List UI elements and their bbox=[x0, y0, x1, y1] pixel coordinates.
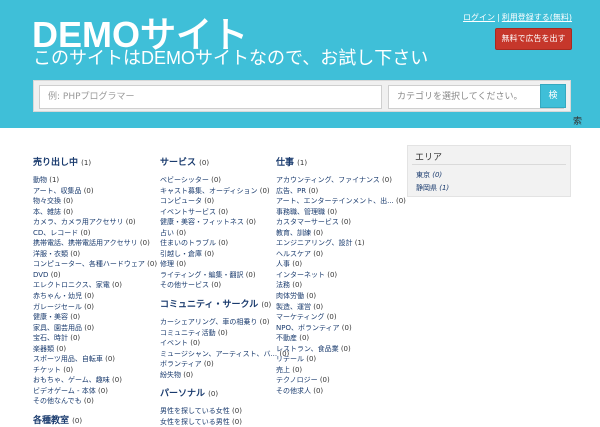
category-link[interactable]: 修理 (0) bbox=[160, 259, 289, 270]
category-link[interactable]: インターネット (0) bbox=[276, 270, 406, 281]
category-link[interactable]: その他求人 (0) bbox=[276, 386, 406, 397]
category-link[interactable]: 製造、運営 (0) bbox=[276, 302, 406, 313]
category-heading[interactable]: 売り出し中 (1) bbox=[33, 157, 157, 169]
category-link[interactable]: ベビーシッター (0) bbox=[160, 175, 289, 186]
category-link[interactable]: 占い (0) bbox=[160, 228, 289, 239]
search-input[interactable] bbox=[39, 85, 382, 109]
category-select-label: カテゴリを選択してください。 bbox=[397, 92, 523, 102]
category-link[interactable]: 家具、園芸用品 (0) bbox=[33, 323, 157, 334]
category-link[interactable]: 健康・美容 (0) bbox=[33, 312, 157, 323]
category-link[interactable]: 洋服・衣類 (0) bbox=[33, 249, 157, 260]
category-link[interactable]: CD、レコード (0) bbox=[33, 228, 157, 239]
category-link[interactable]: 引越し・倉庫 (0) bbox=[160, 249, 289, 260]
account-links: ログイン | 利用登録する(無料) bbox=[463, 12, 572, 23]
category-link[interactable]: 本、雑誌 (0) bbox=[33, 207, 157, 218]
category-link[interactable]: アート、エンターテインメント、出... (0) bbox=[276, 196, 406, 207]
area-item-shizuoka[interactable]: 静岡県 (1) bbox=[416, 183, 449, 193]
post-ad-button[interactable]: 無料で広告を出す bbox=[495, 28, 572, 50]
category-link[interactable]: 人事 (0) bbox=[276, 259, 406, 270]
category-link[interactable]: スポーツ用品、自転車 (0) bbox=[33, 354, 157, 365]
category-link[interactable]: その他なんでも (0) bbox=[33, 396, 157, 407]
category-link[interactable]: カーシェアリング、車の相乗り (0) bbox=[160, 317, 289, 328]
category-link[interactable]: ミュージシャン、アーティスト、バ... (0) bbox=[160, 349, 289, 360]
category-column-1: 売り出し中 (1) 動物 (1) アート、収集品 (0) 物々交換 (0) 本、… bbox=[33, 157, 157, 427]
category-heading[interactable]: サービス (0) bbox=[160, 157, 289, 169]
category-link[interactable]: レストラン、食品業 (0) bbox=[276, 344, 406, 355]
category-link[interactable]: キャスト募集、オーディション (0) bbox=[160, 186, 289, 197]
category-heading[interactable]: コミュニティ・サークル (0) bbox=[160, 299, 289, 311]
category-select[interactable]: カテゴリを選択してください。 bbox=[388, 85, 564, 109]
category-link[interactable]: 女性を探している男性 (0) bbox=[160, 417, 289, 427]
search-button[interactable]: 検 bbox=[540, 84, 566, 108]
category-link[interactable]: テクノロジー (0) bbox=[276, 375, 406, 386]
category-link[interactable]: リテール (0) bbox=[276, 354, 406, 365]
category-heading[interactable]: パーソナル (0) bbox=[160, 388, 289, 400]
category-link[interactable]: 広告、PR (0) bbox=[276, 186, 406, 197]
category-link[interactable]: 赤ちゃん・幼児 (0) bbox=[33, 291, 157, 302]
category-link[interactable]: 楽器類 (0) bbox=[33, 344, 157, 355]
category-link[interactable]: マーケティング (0) bbox=[276, 312, 406, 323]
category-link[interactable]: イベントサービス (0) bbox=[160, 207, 289, 218]
category-column-3: 仕事 (1) アカウンティング、ファイナンス (0) 広告、PR (0) アート… bbox=[276, 157, 406, 396]
category-link[interactable]: チケット (0) bbox=[33, 365, 157, 376]
category-link[interactable]: コンピューター、各種ハードウェア (0) bbox=[33, 259, 157, 270]
area-widget: エリア 東京 (0) 静岡県 (1) bbox=[407, 145, 571, 197]
category-link[interactable]: 売上 (0) bbox=[276, 365, 406, 376]
category-link[interactable]: エレクトロニクス、家電 (0) bbox=[33, 280, 157, 291]
category-link[interactable]: DVD (0) bbox=[33, 270, 157, 281]
category-link[interactable]: 物々交換 (0) bbox=[33, 196, 157, 207]
category-link[interactable]: 健康・美容・フィットネス (0) bbox=[160, 217, 289, 228]
category-link[interactable]: 動物 (1) bbox=[33, 175, 157, 186]
category-link[interactable]: 宝石、時計 (0) bbox=[33, 333, 157, 344]
link-separator: | bbox=[497, 13, 500, 22]
category-link[interactable]: その他サービス (0) bbox=[160, 280, 289, 291]
category-link[interactable]: 男性を探している女性 (0) bbox=[160, 406, 289, 417]
category-link[interactable]: 紛失物 (0) bbox=[160, 370, 289, 381]
divider bbox=[412, 164, 566, 165]
category-link[interactable]: 肉体労働 (0) bbox=[276, 291, 406, 302]
category-link[interactable]: おもちゃ、ゲーム、趣味 (0) bbox=[33, 375, 157, 386]
site-header: DEMOサイト このサイトはDEMOサイトなので、お試し下さい ログイン | 利用登… bbox=[0, 0, 600, 128]
search-bar: カテゴリを選択してください。 bbox=[33, 80, 571, 112]
category-link[interactable]: 法務 (0) bbox=[276, 280, 406, 291]
category-link[interactable]: ヘルスケア (0) bbox=[276, 249, 406, 260]
category-link[interactable]: アート、収集品 (0) bbox=[33, 186, 157, 197]
site-subtitle: このサイトはDEMOサイトなので、お試し下さい bbox=[33, 48, 429, 68]
category-link[interactable]: エンジニアリング、設計 (1) bbox=[276, 238, 406, 249]
category-link[interactable]: 携帯電話、携帯電話用アクセサリ (0) bbox=[33, 238, 157, 249]
category-link[interactable]: コンピュータ (0) bbox=[160, 196, 289, 207]
category-link[interactable]: アカウンティング、ファイナンス (0) bbox=[276, 175, 406, 186]
search-button-overflow-text: 索 bbox=[573, 117, 583, 127]
category-link[interactable]: ライティング・編集・翻訳 (0) bbox=[160, 270, 289, 281]
category-link[interactable]: NPO、ボランティア (0) bbox=[276, 323, 406, 334]
category-link[interactable]: ビデオゲーム - 本体 (0) bbox=[33, 386, 157, 397]
category-link[interactable]: イベント (0) bbox=[160, 338, 289, 349]
category-link[interactable]: 教育、訓練 (0) bbox=[276, 228, 406, 239]
category-column-2: サービス (0) ベビーシッター (0) キャスト募集、オーディション (0) … bbox=[160, 157, 289, 427]
register-link[interactable]: 利用登録する(無料) bbox=[502, 13, 572, 22]
category-link[interactable]: カメラ、カメラ用アクセサリ (0) bbox=[33, 217, 157, 228]
category-link[interactable]: ガレージセール (0) bbox=[33, 302, 157, 313]
category-link[interactable]: カスタマーサービス (0) bbox=[276, 217, 406, 228]
category-link[interactable]: コミュニティ活動 (0) bbox=[160, 328, 289, 339]
area-item-tokyo[interactable]: 東京 (0) bbox=[416, 170, 442, 180]
category-heading[interactable]: 各種教室 (0) bbox=[33, 415, 157, 427]
category-link[interactable]: 事務職、管理職 (0) bbox=[276, 207, 406, 218]
category-heading[interactable]: 仕事 (1) bbox=[276, 157, 406, 169]
category-link[interactable]: 住まいのトラブル (0) bbox=[160, 238, 289, 249]
login-link[interactable]: ログイン bbox=[463, 13, 495, 22]
area-title: エリア bbox=[415, 153, 443, 163]
category-link[interactable]: ボランティア (0) bbox=[160, 359, 289, 370]
category-link[interactable]: 不動産 (0) bbox=[276, 333, 406, 344]
